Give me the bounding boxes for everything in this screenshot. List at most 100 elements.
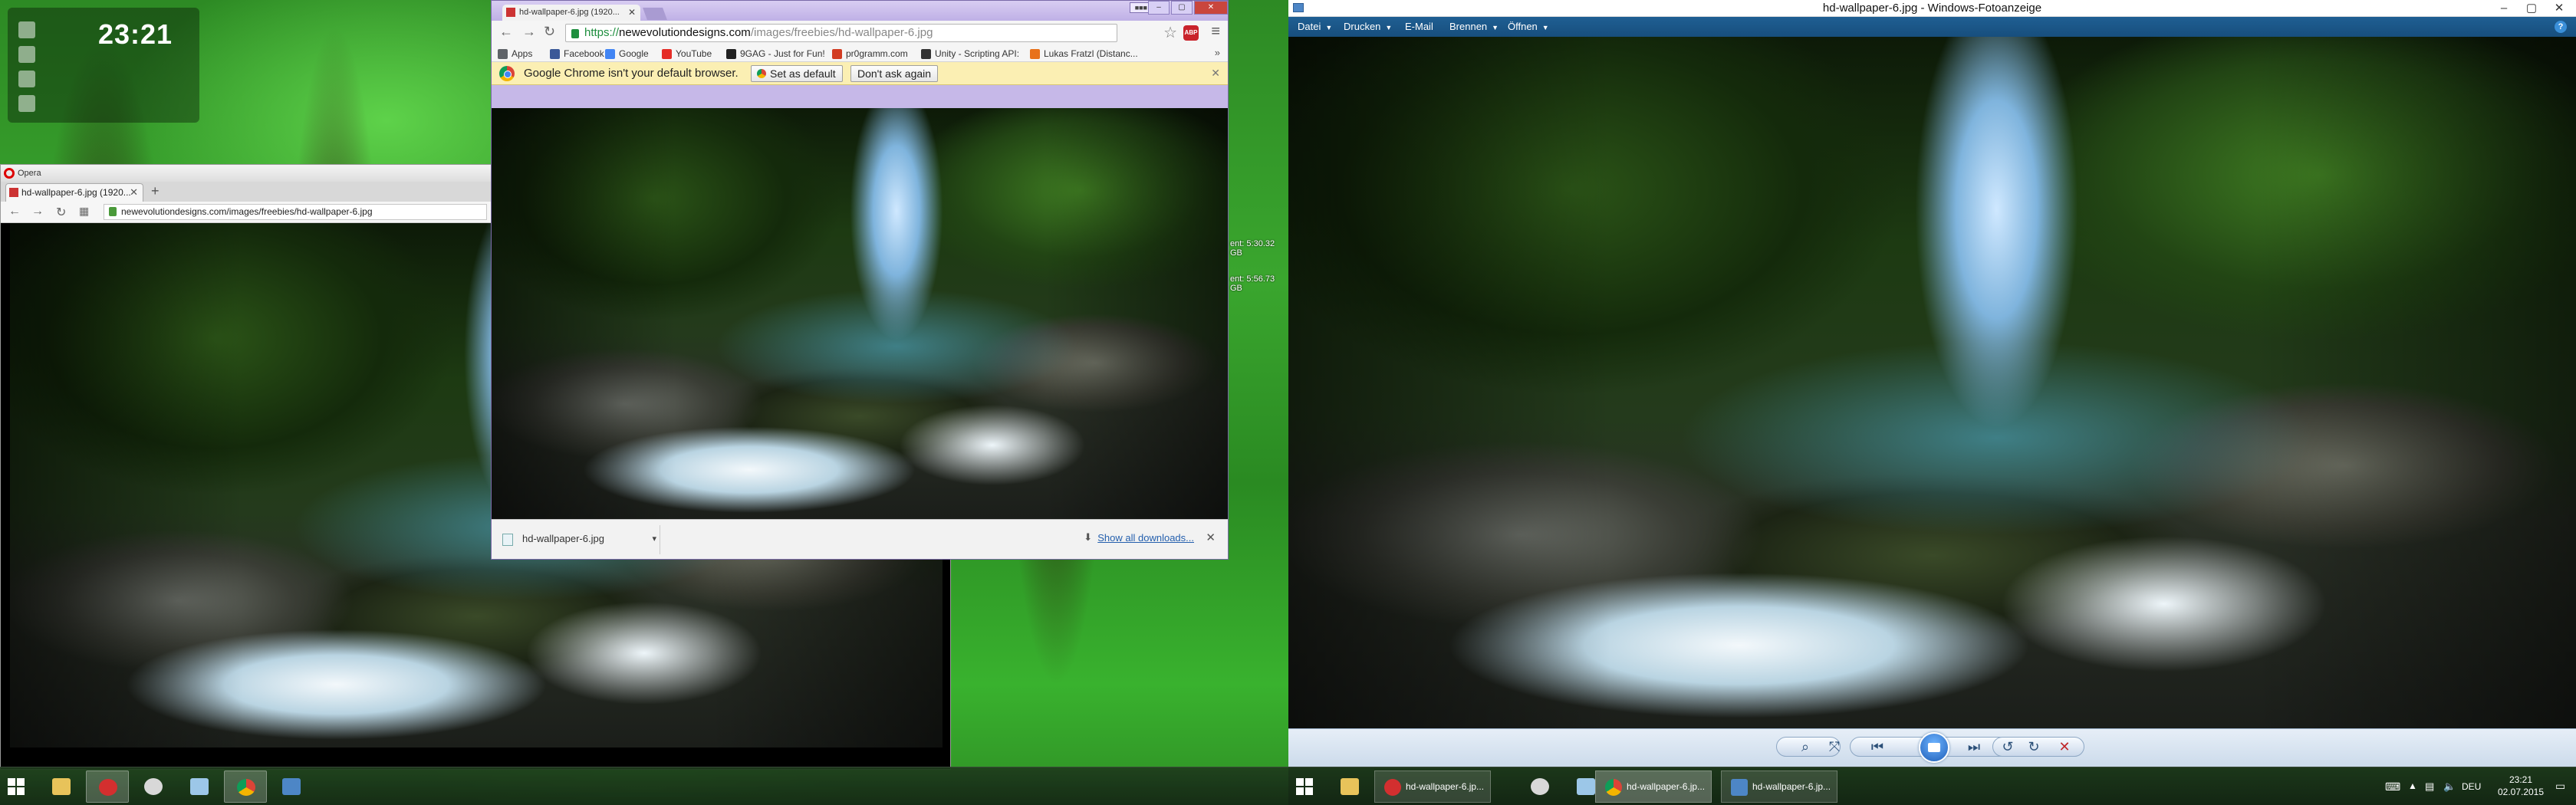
bookmark-star-icon[interactable]: ☆ [1163, 23, 1177, 42]
new-tab-button[interactable] [643, 8, 667, 20]
taskbar-chrome[interactable] [224, 770, 267, 803]
close-download-shelf-icon[interactable]: ✕ [1206, 531, 1216, 544]
previous-icon[interactable]: ⏮ [1867, 737, 1888, 757]
opera-icon [1384, 779, 1401, 796]
bookmark-facebook[interactable]: Facebook [550, 48, 604, 60]
opera-logo-icon[interactable] [4, 168, 15, 179]
url-path: /images/freebies/hd-wallpaper-6.jpg [750, 26, 933, 39]
menu-brennen[interactable]: Brennen ▼ [1449, 21, 1499, 32]
maximize-button[interactable]: ▢ [1171, 1, 1193, 15]
omnibox[interactable]: https://newevolutiondesigns.com/images/f… [565, 24, 1117, 42]
widget-icons [18, 21, 41, 120]
chrome-title-bar[interactable]: hd-wallpaper-6.jpg (1920... ✕ ■■■ – ▢ ✕ [492, 1, 1228, 21]
taskbar-right: hd-wallpaper-6.jp... hd-wallpaper-6.jp..… [1288, 767, 2576, 805]
taskbar-task-photo-viewer[interactable]: hd-wallpaper-6.jp... [1721, 770, 1837, 803]
download-item[interactable]: hd-wallpaper-6.jpg ▾ [498, 525, 660, 554]
folder-icon [52, 778, 71, 795]
forward-icon[interactable]: → [522, 24, 536, 40]
photo-viewer-title-bar[interactable]: hd-wallpaper-6.jpg - Windows-Fotoanzeige… [1288, 0, 2576, 17]
show-hidden-icons-icon[interactable]: ▲ [2408, 780, 2417, 791]
opera-url-field[interactable]: newevolutiondesigns.com/images/freebies/… [104, 204, 487, 220]
bookmark-label: Google [619, 48, 649, 59]
taskbar-left [0, 767, 1288, 805]
reload-icon[interactable]: ↻ [56, 205, 66, 220]
tray-clock[interactable]: 23:21 02.07.2015 [2494, 774, 2548, 798]
next-icon[interactable]: ⏭ [1963, 737, 1985, 757]
bookmark-apps[interactable]: Apps [498, 48, 532, 60]
chrome-page-content [492, 108, 1228, 519]
chevron-down-icon[interactable]: ▾ [652, 525, 656, 553]
minimize-button[interactable]: – [1148, 1, 1170, 15]
volume-icon[interactable]: 🔈 [2443, 780, 2456, 793]
close-infobar-icon[interactable]: ✕ [1211, 67, 1220, 80]
adblock-icon[interactable]: ABP [1183, 25, 1199, 41]
taskbar-file-explorer[interactable] [40, 770, 83, 803]
forward-icon[interactable]: → [31, 205, 44, 219]
unity-icon [921, 49, 931, 59]
delete-icon[interactable]: ✕ [2054, 737, 2075, 757]
close-tab-icon[interactable]: ✕ [628, 5, 636, 20]
bookmark-label: Unity - Scripting API: [935, 48, 1020, 59]
download-shelf: hd-wallpaper-6.jpg ▾ Show all downloads.… [492, 519, 1228, 559]
minimize-button[interactable]: – [2490, 0, 2518, 17]
9gag-icon [726, 49, 736, 59]
set-as-default-button[interactable]: Set as default [751, 65, 843, 82]
pr0gramm-icon [832, 49, 842, 59]
zoom-icon[interactable]: ⌕ [1795, 737, 1816, 757]
bookmark-google[interactable]: Google [605, 48, 649, 60]
taskbar-unity[interactable] [132, 770, 175, 803]
taskbar-notes[interactable] [178, 770, 221, 803]
rotate-right-icon[interactable]: ↻ [2023, 737, 2045, 757]
network-usage-label: ent: 5:30.32 GB [1230, 239, 1275, 258]
menu-oeffnen[interactable]: Öffnen ▼ [1508, 21, 1549, 32]
taskbar-photo-viewer[interactable] [270, 770, 313, 803]
desktop-clock-widget: 23:21 [8, 8, 199, 123]
show-all-downloads-link[interactable]: Show all downloads... [1084, 531, 1194, 544]
start-button[interactable] [1296, 778, 1313, 795]
chrome-icon [237, 779, 255, 796]
speed-dial-icon[interactable]: ▦ [79, 205, 89, 218]
more-bookmarks-icon[interactable]: » [1215, 47, 1220, 58]
taskbar-file-explorer[interactable] [1328, 770, 1371, 803]
rotate-left-icon[interactable]: ↺ [1997, 737, 2018, 757]
taskbar-opera[interactable] [86, 770, 129, 803]
bookmark-lukas[interactable]: Lukas Fratzl (Distanc... [1030, 48, 1138, 60]
start-button[interactable] [8, 778, 25, 795]
language-indicator[interactable]: DEU [2462, 781, 2481, 792]
keyboard-icon[interactable]: ⌨ [2385, 780, 2400, 794]
close-tab-icon[interactable]: ✕ [130, 184, 138, 201]
chrome-window[interactable]: hd-wallpaper-6.jpg (1920... ✕ ■■■ – ▢ ✕ … [491, 0, 1229, 560]
close-window-button[interactable]: ✕ [1194, 1, 1228, 15]
network-usage-label: ent: 5:56.73 GB [1230, 274, 1275, 293]
help-icon[interactable]: ? [2555, 21, 2567, 33]
taskbar-task-opera[interactable]: hd-wallpaper-6.jp... [1374, 770, 1491, 803]
chrome-tab[interactable]: hd-wallpaper-6.jpg (1920... ✕ [502, 5, 640, 21]
back-icon[interactable]: ← [8, 205, 21, 219]
bookmark-youtube[interactable]: YouTube [662, 48, 712, 60]
slideshow-button[interactable] [1919, 732, 1949, 763]
bookmark-unity[interactable]: Unity - Scripting API: [921, 48, 1019, 60]
bookmark-9gag[interactable]: 9GAG - Just for Fun! [726, 48, 825, 60]
taskbar-unity[interactable] [1518, 770, 1561, 803]
bookmark-label: Lukas Fratzl (Distanc... [1044, 48, 1138, 59]
chrome-menu-icon[interactable]: ≡ [1211, 23, 1220, 41]
image-file-icon [502, 534, 513, 546]
opera-tab[interactable]: hd-wallpaper-6.jpg (1920... ✕ [5, 183, 143, 202]
actual-size-icon[interactable]: ⤧ [1824, 737, 1845, 757]
photo-viewer-window[interactable]: hd-wallpaper-6.jpg - Windows-Fotoanzeige… [1288, 0, 2576, 767]
close-window-button[interactable]: ✕ [2545, 0, 2573, 17]
maximize-button[interactable]: ▢ [2518, 0, 2545, 17]
reload-icon[interactable]: ↻ [544, 24, 555, 40]
notification-icon[interactable]: ▭ [2555, 780, 2565, 793]
bookmark-pr0gramm[interactable]: pr0gramm.com [832, 48, 908, 60]
bookmark-label: 9GAG - Just for Fun! [740, 48, 825, 59]
menu-datei[interactable]: Datei ▼ [1298, 21, 1332, 32]
menu-drucken[interactable]: Drucken ▼ [1344, 21, 1392, 32]
dont-ask-again-button[interactable]: Don't ask again [850, 65, 939, 82]
new-tab-button[interactable]: + [151, 183, 160, 199]
taskbar-task-chrome[interactable]: hd-wallpaper-6.jp... [1595, 770, 1712, 803]
back-icon[interactable]: ← [499, 24, 513, 40]
menu-label: E-Mail [1405, 21, 1433, 32]
menu-email[interactable]: E-Mail [1405, 21, 1433, 32]
network-icon[interactable]: ▤ [2425, 780, 2434, 793]
